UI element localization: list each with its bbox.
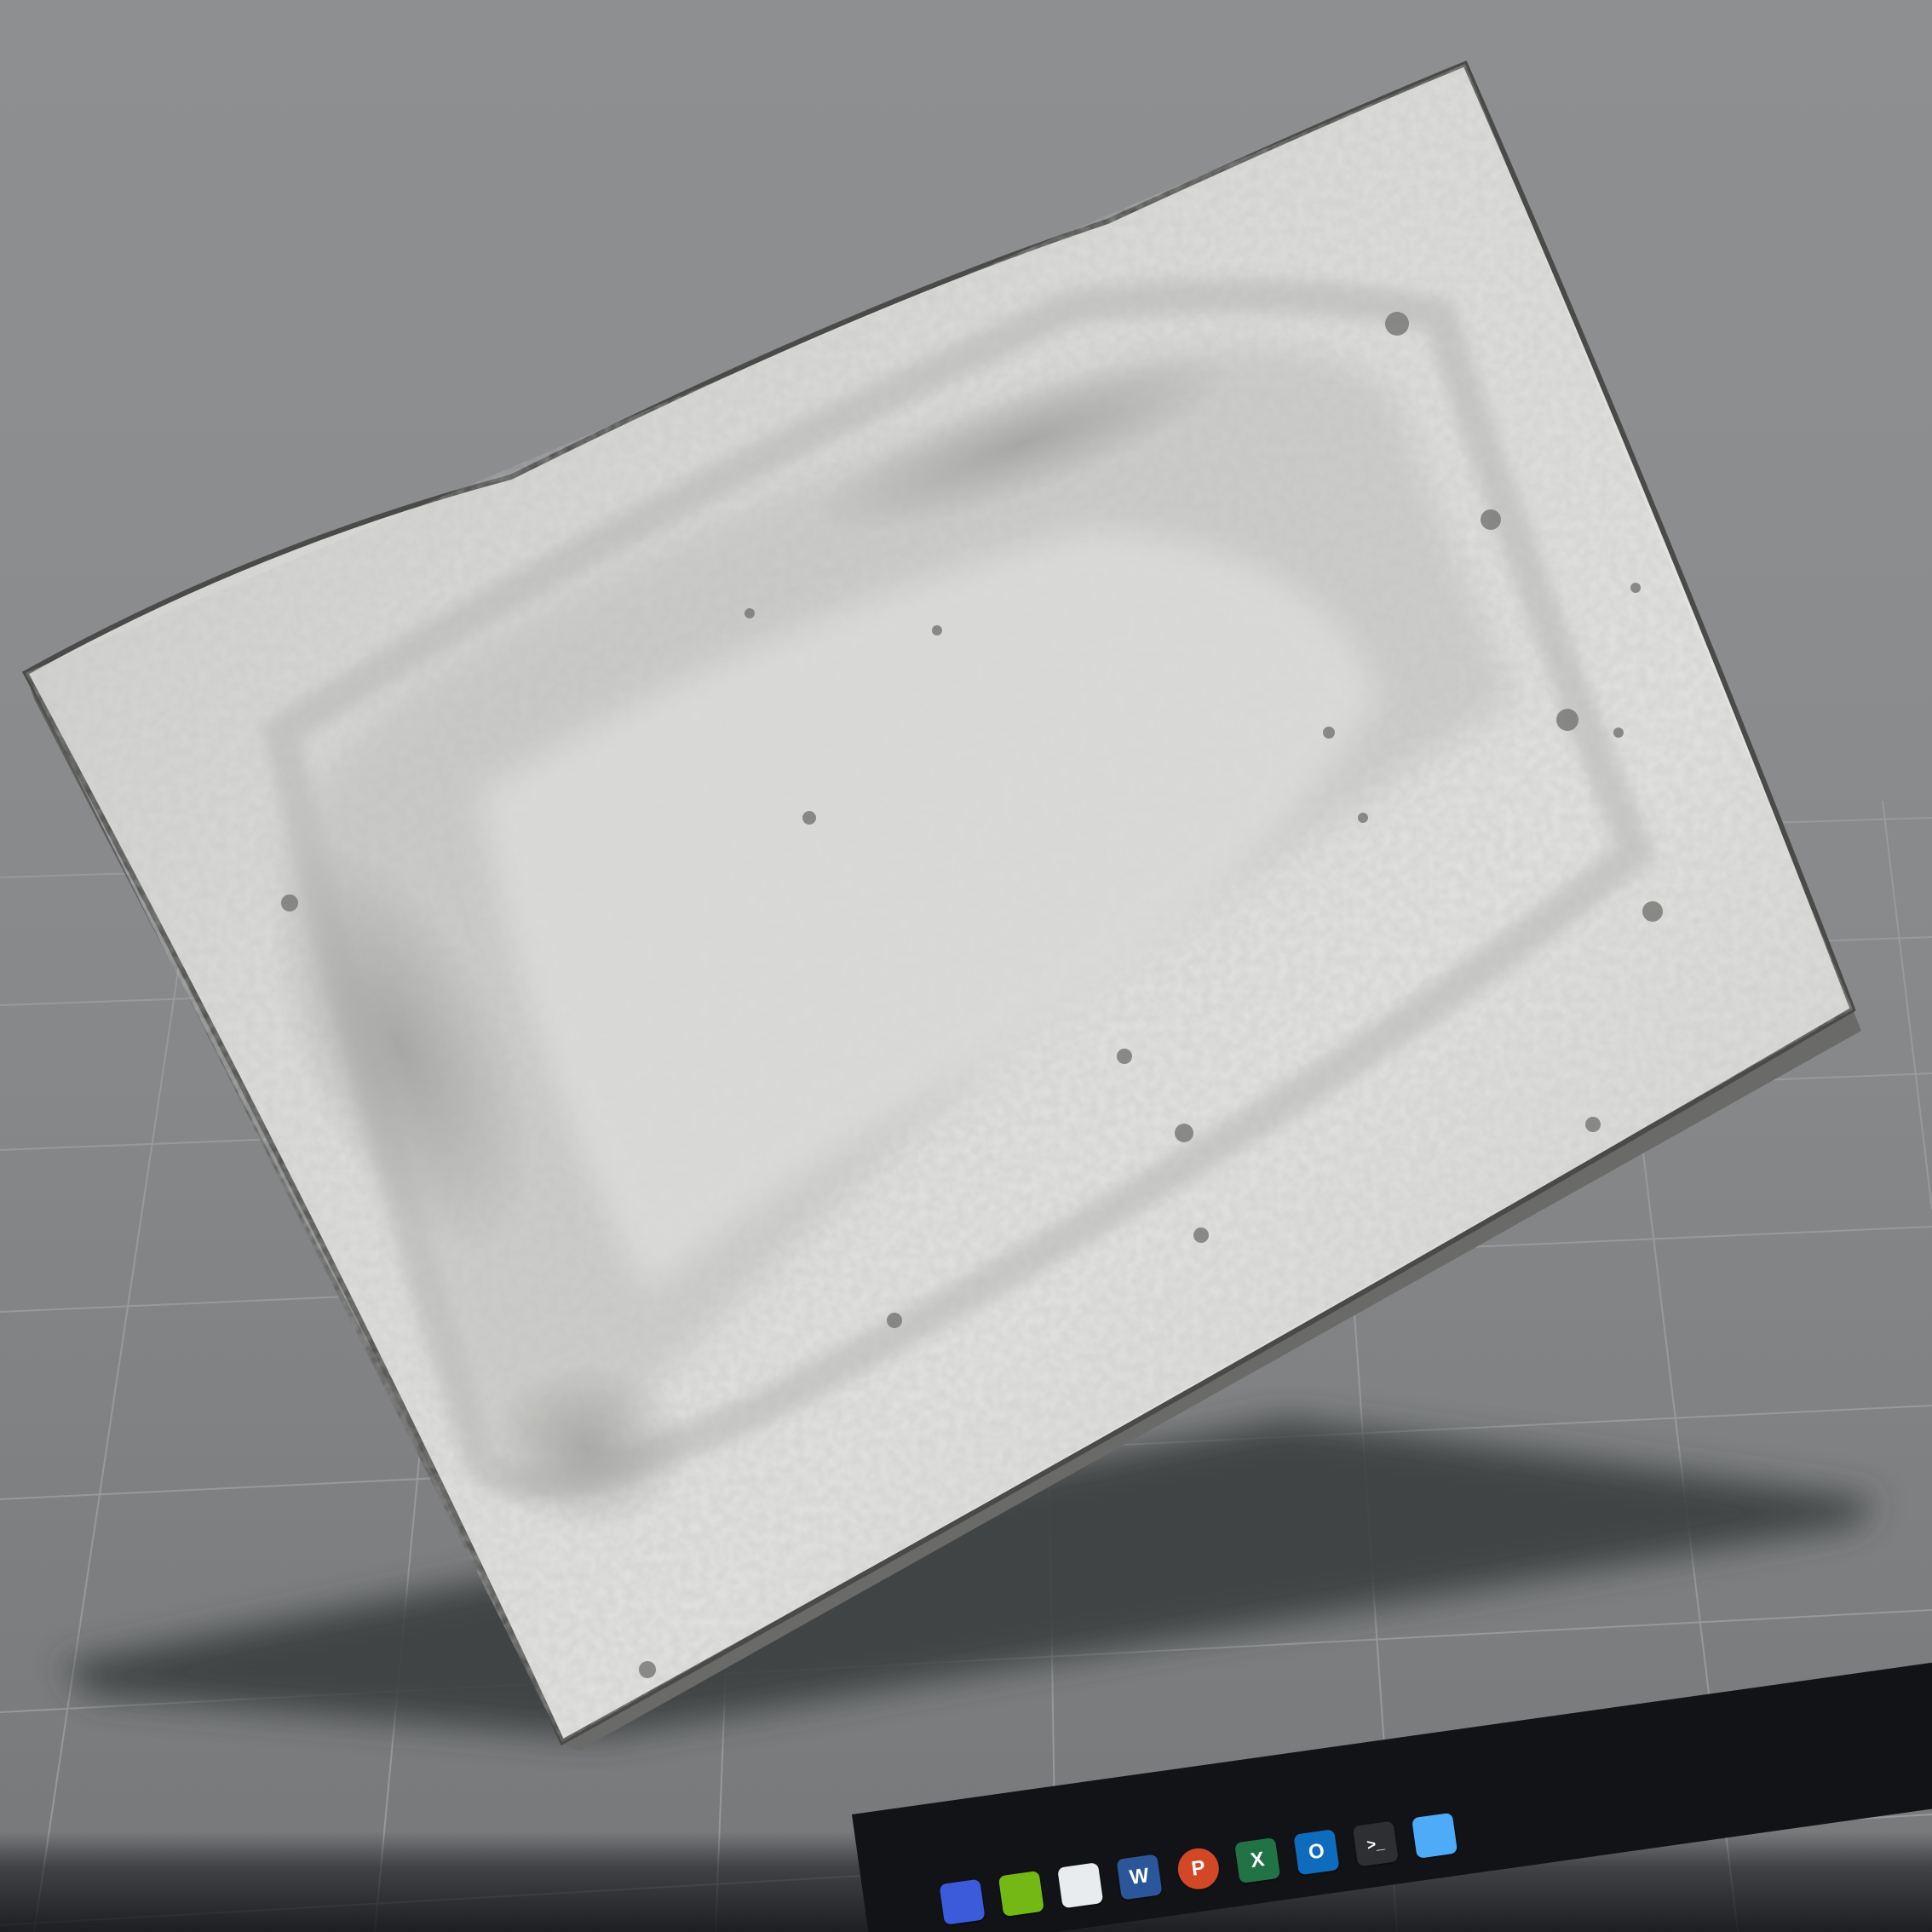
- excel-icon[interactable]: X: [1234, 1837, 1281, 1884]
- terminal-glyph: >_: [1366, 1833, 1386, 1854]
- outlook-icon[interactable]: O: [1293, 1829, 1340, 1876]
- blue-app-icon[interactable]: [939, 1878, 986, 1925]
- outlook-glyph: O: [1307, 1839, 1326, 1865]
- viewport-canvas[interactable]: [0, 0, 1932, 1932]
- notes-icon[interactable]: [1412, 1812, 1458, 1859]
- monitor-screen: W P X O >_: [0, 0, 1932, 1932]
- powerpoint-icon[interactable]: P: [1175, 1845, 1222, 1892]
- powerpoint-glyph: P: [1189, 1855, 1207, 1881]
- excel-glyph: X: [1249, 1848, 1266, 1873]
- word-icon[interactable]: W: [1116, 1854, 1163, 1900]
- word-glyph: W: [1128, 1864, 1151, 1889]
- green-app-icon[interactable]: [998, 1870, 1045, 1918]
- terminal-icon[interactable]: >_: [1352, 1820, 1399, 1867]
- file-icon[interactable]: [1057, 1862, 1104, 1909]
- 3d-viewport[interactable]: [0, 0, 1932, 1932]
